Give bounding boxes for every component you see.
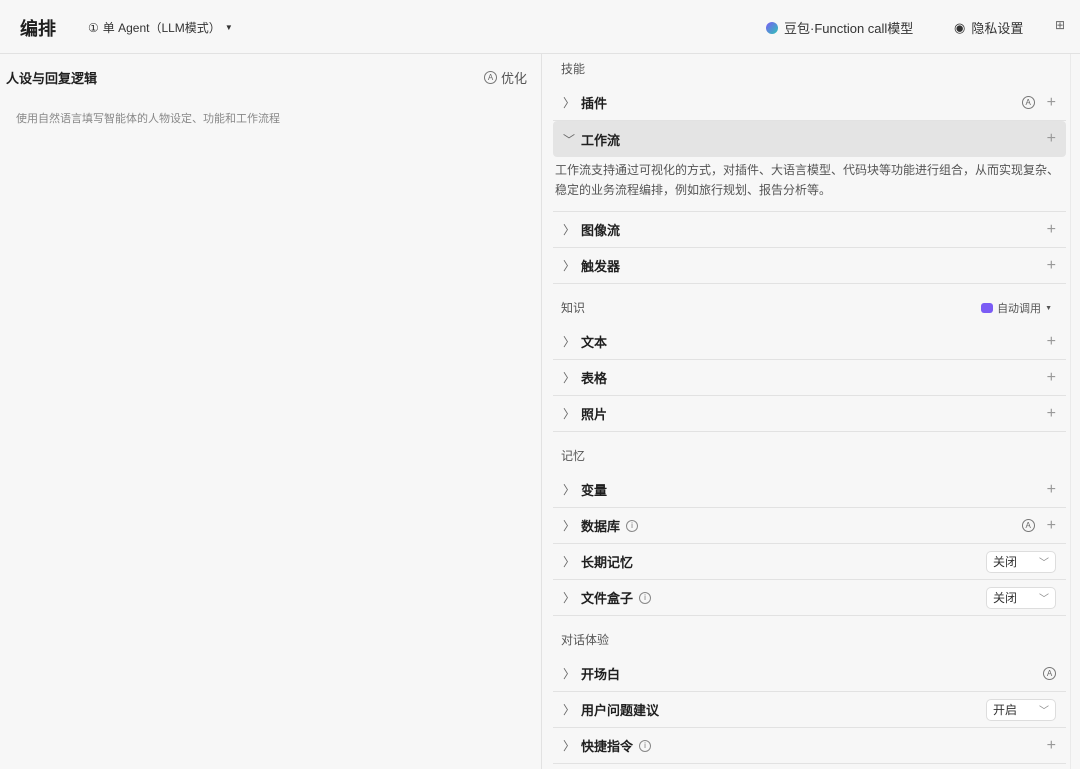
chevron-right-icon: 〉 [563,96,576,110]
add-icon[interactable]: + [1047,517,1056,535]
add-icon[interactable]: + [1047,369,1056,387]
row-trigger[interactable]: 〉触发器 + [553,248,1066,284]
row-table[interactable]: 〉表格 + [553,360,1066,396]
row-workflow[interactable]: ﹀ 工作流 + [553,121,1066,157]
row-label: 快捷指令 [581,739,634,754]
add-icon[interactable]: + [1047,333,1056,351]
apps-grid-icon[interactable]: ⊞ [1055,18,1065,32]
info-icon[interactable]: i [639,739,652,752]
eye-icon: ◉ [954,19,966,35]
scrollbar[interactable] [1070,54,1080,769]
chevron-down-icon: ﹀ [1039,558,1049,569]
robot-icon [981,303,994,313]
chevron-down-icon: ﹀ [563,132,576,147]
skills-panel: 技能 〉插件 A + ﹀ 工作流 + 工作流支持通过可视化的方式，对插件、大语言模型、代… [553,54,1066,764]
row-label: 开场白 [581,667,621,682]
filebox-select[interactable]: 关闭 ﹀ [986,586,1056,609]
longterm-memory-select[interactable]: 关闭 ﹀ [986,550,1056,573]
row-label: 图像流 [581,223,621,238]
add-icon[interactable]: + [1047,257,1056,275]
info-icon[interactable]: i [639,591,652,604]
caret-down-icon: ▼ [224,23,233,32]
privacy-label: 隐私设置 [971,21,1024,36]
add-icon[interactable]: + [1047,94,1056,112]
row-longterm-memory[interactable]: 〉长期记忆 关闭 ﹀ [553,544,1066,580]
privacy-settings-button[interactable]: ◉ 隐私设置 [954,18,1023,37]
row-label: 触发器 [581,259,621,274]
row-variable[interactable]: 〉变量 + [553,472,1066,508]
auto-call-label: 自动调用 [997,303,1042,315]
persona-title: 人设与回复逻辑 [6,71,98,86]
section-label: 知识 [561,301,586,315]
chevron-down-icon: ﹀ [1039,706,1049,717]
persona-input[interactable]: 使用自然语言填写智能体的人物设定、功能和工作流程 [16,110,280,126]
row-database[interactable]: 〉数据库 i A + [553,508,1066,544]
auto-call-dropdown[interactable]: 自动调用 ▼ [981,300,1052,316]
select-value: 关闭 [993,591,1018,605]
page-title: 编排 [20,19,56,39]
chevron-right-icon: 〉 [563,335,576,349]
add-icon[interactable]: + [1047,221,1056,239]
chevron-right-icon: 〉 [563,591,576,605]
section-memory: 记忆 [561,449,586,463]
caret-down-icon: ▼ [1045,304,1052,312]
row-label: 用户问题建议 [581,703,660,718]
row-label: 数据库 [581,519,621,534]
select-value: 关闭 [993,555,1018,569]
chevron-right-icon: 〉 [563,703,576,717]
workflow-description: 工作流支持通过可视化的方式，对插件、大语言模型、代码块等功能进行组合，从而实现复… [553,157,1066,212]
chevron-right-icon: 〉 [563,519,576,533]
section-skills: 技能 [561,62,586,76]
row-opening[interactable]: 〉开场白 A [553,656,1066,692]
auto-icon[interactable]: A [1021,96,1035,109]
persona-panel: 人设与回复逻辑 A 优化 使用自然语言填写智能体的人物设定、功能和工作流程 [0,54,542,769]
auto-icon[interactable]: A [1043,667,1056,680]
row-label: 插件 [581,96,608,111]
chevron-right-icon: 〉 [563,223,576,237]
row-filebox[interactable]: 〉文件盒子 i 关闭 ﹀ [553,580,1066,616]
model-selector[interactable]: 豆包·Function call模型 [766,18,913,37]
agent-icon: ① [88,20,99,35]
row-label: 表格 [581,371,608,386]
row-label: 照片 [581,407,608,422]
section-dialog: 对话体验 [561,633,610,647]
chevron-right-icon: 〉 [563,739,576,753]
chevron-right-icon: 〉 [563,371,576,385]
add-icon[interactable]: + [1047,405,1056,423]
add-icon[interactable]: + [1047,737,1056,755]
mode-label: 单 Agent（LLM模式） [102,21,221,35]
chevron-down-icon: ﹀ [1039,594,1049,605]
model-label: 豆包·Function call模型 [784,21,914,36]
row-label: 变量 [581,483,608,498]
chevron-right-icon: 〉 [563,407,576,421]
section-knowledge: 知识 自动调用 ▼ [553,284,1066,324]
row-label: 文本 [581,335,608,350]
chevron-right-icon: 〉 [563,667,576,681]
info-icon[interactable]: i [626,519,639,532]
row-imageflow[interactable]: 〉图像流 + [553,212,1066,248]
row-label: 长期记忆 [581,555,634,570]
row-plugin[interactable]: 〉插件 A + [553,85,1066,121]
top-bar: 编排 ①单 Agent（LLM模式） ▼ 豆包·Function call模型 ◉… [0,0,1080,54]
auto-icon[interactable]: A [1021,519,1035,532]
add-icon[interactable]: + [1047,481,1056,499]
chevron-right-icon: 〉 [563,483,576,497]
agent-mode-dropdown[interactable]: ①单 Agent（LLM模式） ▼ [88,19,233,36]
row-label: 文件盒子 [581,591,634,606]
row-text[interactable]: 〉文本 + [553,324,1066,360]
row-suggestions[interactable]: 〉用户问题建议 开启 ﹀ [553,692,1066,728]
optimize-button[interactable]: A 优化 [483,68,527,87]
add-icon[interactable]: + [1047,130,1056,148]
doubao-logo-icon [766,21,778,34]
row-shortcut[interactable]: 〉快捷指令 i + [553,728,1066,764]
row-label: 工作流 [581,132,621,148]
optimize-label: 优化 [500,71,527,86]
suggestions-select[interactable]: 开启 ﹀ [986,698,1056,721]
chevron-right-icon: 〉 [563,259,576,273]
auto-icon: A [483,71,497,84]
row-photo[interactable]: 〉照片 + [553,396,1066,432]
chevron-right-icon: 〉 [563,555,576,569]
select-value: 开启 [993,703,1018,717]
